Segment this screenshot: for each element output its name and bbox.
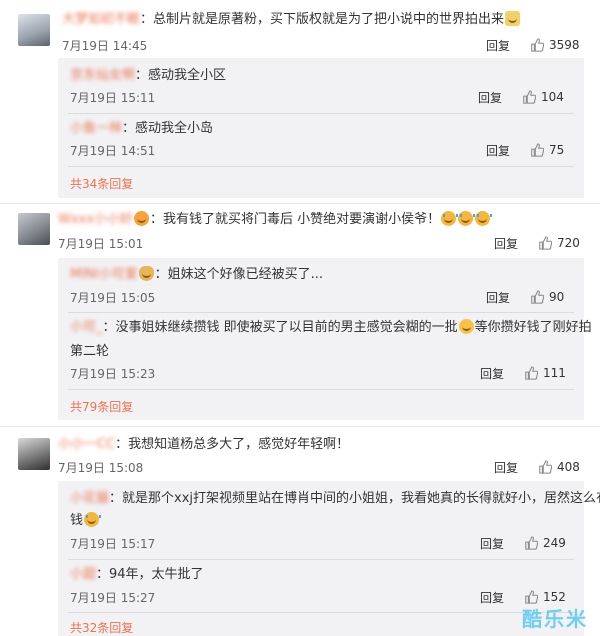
divider [68, 612, 574, 613]
reply-button[interactable]: 回复 [478, 90, 502, 106]
comment-text: ：姐妹这个好像已经被买了... [154, 267, 324, 282]
like-button[interactable]: 720 [538, 235, 580, 251]
avatar[interactable] [18, 14, 50, 46]
like-button[interactable]: 75 [530, 142, 564, 158]
more-replies-link[interactable]: 共32条回复 [70, 620, 133, 636]
username[interactable]: 小可_ [70, 319, 103, 337]
comment-text: ：感动我全小区 [135, 68, 227, 83]
more-replies-link[interactable]: 共79条回复 [70, 399, 133, 415]
reply-button[interactable]: 回复 [494, 236, 518, 252]
crying-emoji-icon [458, 211, 476, 226]
comment-text: ：我想知道杨总多大了，感觉好年轻啊！ [115, 437, 350, 452]
like-count: 90 [549, 290, 565, 304]
sub-comment-content: 小鱼一林：感动我全小岛 [70, 120, 213, 138]
laugh-emoji-icon [458, 319, 474, 334]
timestamp: 7月19日 15:01 [58, 237, 144, 251]
thumbs-up-icon [523, 90, 536, 104]
sub-comment-content: 钱 [70, 512, 102, 530]
like-count: 111 [543, 366, 566, 380]
avatar[interactable] [18, 213, 50, 245]
comment-text: ：没事姐妹继续攒钱 即使被买了以目前的男主感觉会糊的一批 [102, 320, 458, 335]
comment-text: 钱 [70, 513, 84, 528]
like-count: 75 [549, 143, 565, 157]
thumbs-up-icon [525, 590, 538, 604]
thumbs-up-icon [531, 143, 544, 157]
thumbs-up-icon [531, 290, 544, 304]
sub-comment-content: 京东仙女啊：感动我全小区 [70, 67, 226, 85]
comment-text: ：总制片就是原著粉，买下版权就是为了把小说中的世界拍出来 [140, 12, 505, 27]
divider [68, 166, 574, 167]
username[interactable]: 小甜 [70, 566, 96, 584]
like-button[interactable]: 408 [538, 459, 580, 475]
doge-emoji-icon [138, 266, 154, 281]
comment-text: ：就是那个xxj打架视频里站在博肖中间的小姐姐，我看她真的长得就好小，居然这么有 [109, 491, 600, 506]
like-count: 720 [557, 236, 580, 250]
comment-separator [0, 426, 600, 427]
comment-separator [0, 203, 600, 204]
crying-emoji-icon [84, 512, 102, 527]
comment-text: ：我有钱了就买将门毒后 小赞绝对要演谢小侯爷！ [149, 212, 441, 227]
divider [68, 312, 574, 313]
thumbs-up-icon [525, 366, 538, 380]
like-button[interactable]: 3598 [530, 37, 580, 53]
timestamp: 7月19日 15:11 [70, 91, 156, 105]
more-replies-link[interactable]: 共34条回复 [70, 176, 133, 192]
like-count: 3598 [549, 38, 580, 52]
avatar[interactable] [18, 438, 50, 470]
timestamp: 7月19日 15:05 [70, 291, 156, 305]
kiss-emoji-icon [133, 211, 149, 226]
reply-button[interactable]: 回复 [480, 366, 504, 382]
like-button[interactable]: 90 [530, 289, 564, 305]
like-button[interactable]: 104 [522, 89, 564, 105]
timestamp: 7月19日 14:51 [70, 144, 156, 158]
reply-button[interactable]: 回复 [486, 290, 510, 306]
thumbs-up-icon [525, 536, 538, 550]
divider [68, 389, 574, 390]
sub-comment-content: MINI小可爱 ：姐妹这个好像已经被买了... [70, 266, 323, 284]
username[interactable]: 大梦如初不眠 [62, 11, 140, 29]
comment-content: 大梦如初不眠：总制片就是原著粉，买下版权就是为了把小说中的世界拍出来 [62, 11, 521, 29]
username[interactable]: 小花猫 [70, 490, 109, 508]
comment-text: ：感动我全小岛 [122, 121, 214, 136]
reply-button[interactable]: 回复 [480, 590, 504, 606]
timestamp: 7月19日 15:08 [58, 461, 144, 475]
like-count: 104 [541, 90, 564, 104]
cake-emoji-icon [505, 11, 521, 26]
username[interactable]: 京东仙女啊 [70, 67, 135, 85]
sub-comment-content: 小花猫：就是那个xxj打架视频里站在博肖中间的小姐姐，我看她真的长得就好小，居然… [70, 490, 600, 508]
timestamp: 7月19日 15:23 [70, 367, 156, 381]
comment-content: Wxxx小小好 ：我有钱了就买将门毒后 小赞绝对要演谢小侯爷！ [58, 211, 493, 229]
like-count: 249 [543, 536, 566, 550]
timestamp: 7月19日 15:17 [70, 537, 156, 551]
divider [68, 559, 574, 560]
comment-content: 小小一CC：我想知道杨总多大了，感觉好年轻啊！ [58, 436, 349, 454]
thumbs-up-icon [539, 236, 552, 250]
like-count: 408 [557, 460, 580, 474]
watermark-logo: 酷乐米 [522, 607, 588, 631]
comment-text: 第二轮 [70, 344, 110, 359]
reply-button[interactable]: 回复 [486, 38, 510, 54]
crying-emoji-icon [441, 211, 459, 226]
reply-button[interactable]: 回复 [480, 536, 504, 552]
username[interactable]: MINI小可爱 [70, 266, 138, 284]
thumbs-up-icon [531, 38, 544, 52]
sub-comment-content: 第二轮 [70, 343, 109, 361]
timestamp: 7月19日 15:27 [70, 591, 156, 605]
reply-button[interactable]: 回复 [486, 143, 510, 159]
sub-comment-content: 小甜：94年，太牛批了 [70, 566, 204, 584]
like-button[interactable]: 111 [524, 365, 566, 381]
sub-comment-content: 小可_：没事姐妹继续攒钱 即使被买了以目前的男主感觉会糊的一批 等你攒好钱了刚好拍 [70, 319, 592, 337]
username[interactable]: 小小一CC [58, 436, 115, 454]
timestamp: 7月19日 14:45 [62, 39, 148, 53]
crying-emoji-icon [475, 211, 493, 226]
username[interactable]: 小鱼一林 [70, 120, 122, 138]
divider [68, 113, 574, 114]
like-button[interactable]: 249 [524, 535, 566, 551]
comment-text: ：94年，太牛批了 [96, 567, 204, 582]
thumbs-up-icon [539, 460, 552, 474]
reply-button[interactable]: 回复 [494, 460, 518, 476]
comment-text: 等你攒好钱了刚好拍 [474, 320, 592, 335]
username[interactable]: Wxxx小小好 [58, 211, 133, 229]
